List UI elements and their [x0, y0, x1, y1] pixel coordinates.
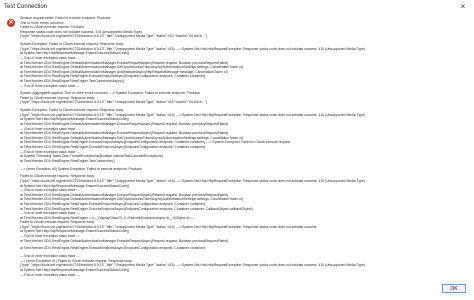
message-line: --- End of inner exception stack trace -… [20, 272, 80, 276]
title-bar: Test Connection × [0, 0, 474, 14]
message-line: at TimeXtender.ODX.RestEngine.DefaultAut… [20, 238, 229, 243]
message-line: {"type":"https://tools.ietf.org/html/rfc… [20, 34, 207, 39]
error-icon: ✕ [7, 19, 15, 27]
ok-button[interactable]: OK [442, 284, 466, 293]
error-message: Session request failed: Failed to execut… [20, 16, 470, 276]
message-line: at TimeXtender.ODX.RestEngine.RestEngine… [20, 246, 206, 251]
close-button[interactable]: × [452, 0, 474, 13]
message-line: --- End of inner exception stack trace -… [20, 83, 80, 88]
message-line: at TimeXtender.ODX.RestEngine.RestEngine… [20, 158, 115, 163]
window-title: Test Connection [4, 4, 48, 10]
message-line: ---> (Inner Exception #0) System.Excepti… [20, 166, 142, 171]
message-line: {"type":"https://tools.ietf.org/html/rfc… [20, 100, 207, 105]
